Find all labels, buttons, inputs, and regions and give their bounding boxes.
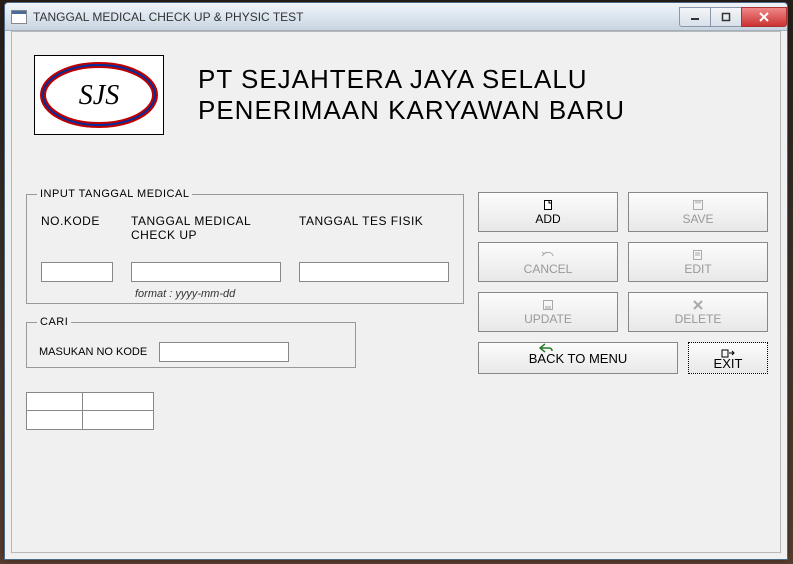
update-button[interactable]: UPDATE <box>478 292 618 332</box>
window-controls <box>680 7 787 27</box>
maximize-button[interactable] <box>710 7 742 27</box>
format-hint: format : yyyy-mm-dd <box>135 288 453 300</box>
company-name: PT SEJAHTERA JAYA SELALU <box>198 64 625 95</box>
grid-cell[interactable] <box>27 393 83 411</box>
table-row <box>27 393 153 411</box>
label-no-kode: NO.KODE <box>41 214 113 242</box>
input-tanggal-legend: INPUT TANGGAL MEDICAL <box>37 188 192 200</box>
update-icon <box>542 299 554 311</box>
data-grid[interactable] <box>26 392 154 430</box>
input-tanggal-group: INPUT TANGGAL MEDICAL NO.KODE TANGGAL ME… <box>26 188 464 304</box>
minimize-button[interactable] <box>679 7 711 27</box>
titlebar: TANGGAL MEDICAL CHECK UP & PHYSIC TEST <box>5 3 787 31</box>
header: SJS PT SEJAHTERA JAYA SELALU PENERIMAAN … <box>34 46 758 144</box>
cancel-button[interactable]: CANCEL <box>478 242 618 282</box>
input-labels-row: NO.KODE TANGGAL MEDICAL CHECK UP TANGGAL… <box>37 214 453 242</box>
edit-icon <box>692 249 704 261</box>
grid-cell[interactable] <box>83 393 153 411</box>
delete-button[interactable]: DELETE <box>628 292 768 332</box>
app-window: TANGGAL MEDICAL CHECK UP & PHYSIC TEST S… <box>4 2 788 560</box>
tanggal-medical-input[interactable] <box>131 262 281 282</box>
back-to-menu-button[interactable]: BACK TO MENU <box>478 342 678 374</box>
undo-icon <box>541 249 555 261</box>
label-tanggal-fisik: TANGGAL TES FISIK <box>299 214 449 242</box>
cari-no-kode-input[interactable] <box>159 342 289 362</box>
add-button[interactable]: ADD <box>478 192 618 232</box>
close-button[interactable] <box>741 7 787 27</box>
label-tanggal-medical: TANGGAL MEDICAL CHECK UP <box>131 214 281 242</box>
header-titles: PT SEJAHTERA JAYA SELALU PENERIMAAN KARY… <box>198 64 625 126</box>
new-file-icon <box>542 199 554 211</box>
company-logo: SJS <box>34 55 164 135</box>
minimize-icon <box>690 12 700 22</box>
input-fields-row <box>37 262 453 282</box>
client-area: SJS PT SEJAHTERA JAYA SELALU PENERIMAAN … <box>11 31 781 553</box>
exit-icon <box>721 346 735 356</box>
delete-icon <box>692 299 704 311</box>
cari-group: CARI MASUKAN NO KODE <box>26 316 356 368</box>
save-icon <box>692 199 704 211</box>
edit-button[interactable]: EDIT <box>628 242 768 282</box>
form-icon <box>11 10 27 24</box>
logo-text: SJS <box>79 80 119 111</box>
no-kode-input[interactable] <box>41 262 113 282</box>
tanggal-fisik-input[interactable] <box>299 262 449 282</box>
back-arrow-icon <box>539 341 553 356</box>
close-icon <box>758 11 770 23</box>
table-row <box>27 411 153 429</box>
maximize-icon <box>721 12 731 22</box>
grid-cell[interactable] <box>83 411 153 429</box>
exit-button[interactable]: EXIT <box>688 342 768 374</box>
window-title: TANGGAL MEDICAL CHECK UP & PHYSIC TEST <box>33 10 680 24</box>
cari-label: MASUKAN NO KODE <box>39 346 147 358</box>
button-panel: ADD SAVE CANCEL <box>478 192 768 374</box>
grid-cell[interactable] <box>27 411 83 429</box>
page-subtitle: PENERIMAAN KARYAWAN BARU <box>198 95 625 126</box>
save-button[interactable]: SAVE <box>628 192 768 232</box>
cari-legend: CARI <box>37 316 71 328</box>
